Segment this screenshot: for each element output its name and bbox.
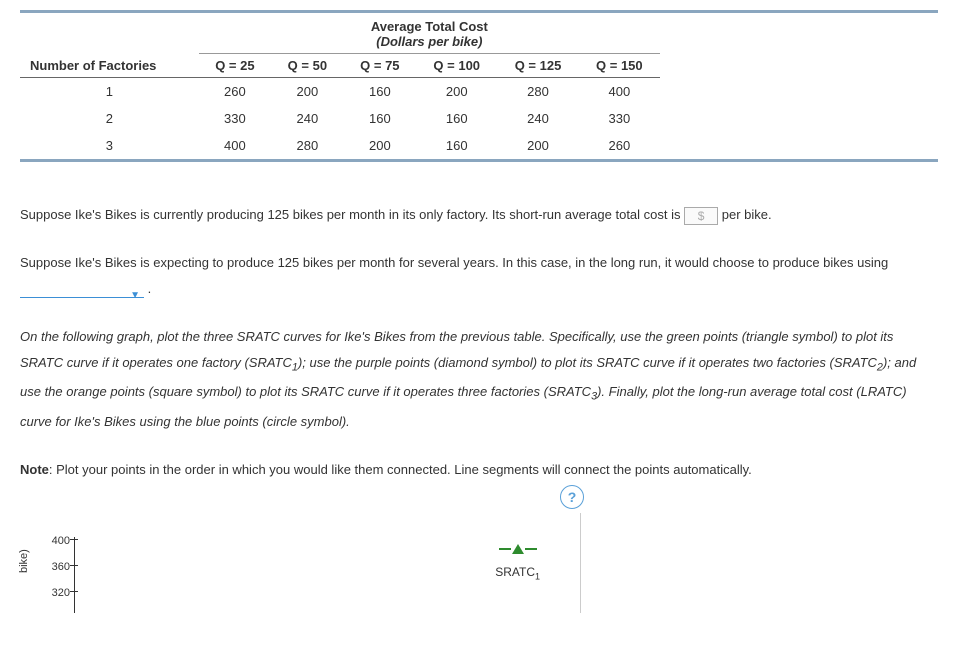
table-row: 1 260 200 160 200 280 400 <box>20 78 660 106</box>
triangle-icon <box>495 541 540 559</box>
factories-dropdown[interactable]: ▼ <box>20 281 144 298</box>
col-header: Q = 25 <box>199 54 271 78</box>
col-header: Q = 75 <box>344 54 416 78</box>
help-button[interactable]: ? <box>560 485 584 509</box>
chevron-down-icon: ▼ <box>130 290 140 301</box>
cost-table: Average Total Cost (Dollars per bike) Nu… <box>20 10 938 162</box>
y-axis <box>74 537 75 613</box>
note: Note: Plot your points in the order in w… <box>20 457 938 483</box>
question-2: Suppose Ike's Bikes is expecting to prod… <box>20 250 938 302</box>
table-row: 3 400 280 200 160 200 260 <box>20 132 660 159</box>
col-header: Q = 125 <box>497 54 578 78</box>
row-header-label: Number of Factories <box>20 54 199 78</box>
table-title: Average Total Cost <box>209 19 650 34</box>
graph-canvas[interactable]: ? 400 360 320 bike) SRATC1 <box>20 513 581 613</box>
y-tick-label: 400 <box>44 535 70 547</box>
graph-instructions: On the following graph, plot the three S… <box>20 324 938 435</box>
table-row: 2 330 240 160 160 240 330 <box>20 105 660 132</box>
y-tick-label: 320 <box>44 587 70 599</box>
y-tick-label: 360 <box>44 561 70 573</box>
col-header: Q = 50 <box>271 54 343 78</box>
table-subtitle: (Dollars per bike) <box>209 34 650 49</box>
y-axis-label: bike) <box>18 549 30 573</box>
question-1: Suppose Ike's Bikes is currently produci… <box>20 202 938 228</box>
col-header: Q = 150 <box>579 54 660 78</box>
sratc-answer-input[interactable]: $ <box>684 207 718 225</box>
col-header: Q = 100 <box>416 54 497 78</box>
legend-sratc1[interactable]: SRATC1 <box>495 541 540 581</box>
